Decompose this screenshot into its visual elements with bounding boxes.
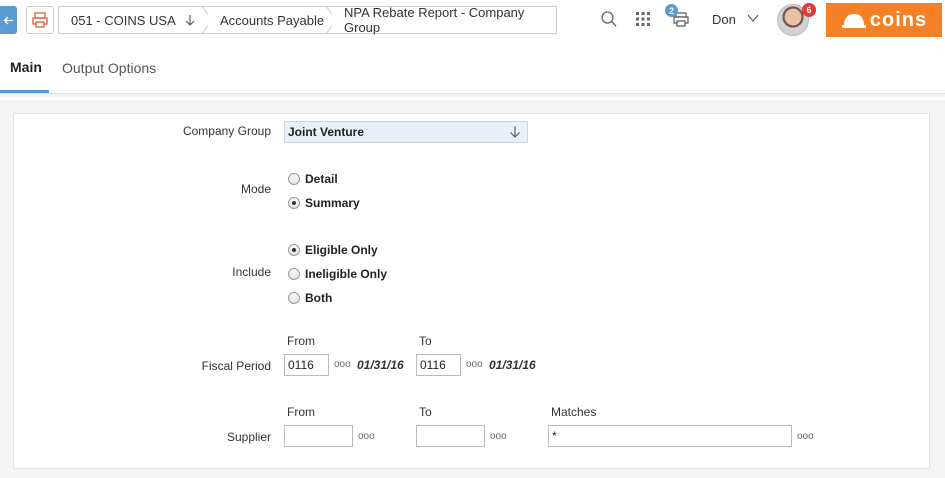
- apps-button[interactable]: [632, 8, 654, 30]
- fiscal-period-from-date: 01/31/16: [357, 358, 404, 372]
- tab-main[interactable]: Main: [0, 44, 49, 93]
- include-option-label: Both: [305, 291, 333, 305]
- breadcrumb-module-label: Accounts Payable: [220, 12, 325, 28]
- mode-option-summary[interactable]: Summary: [288, 196, 360, 210]
- radio-button[interactable]: [288, 197, 300, 209]
- search-button[interactable]: [598, 8, 620, 30]
- fiscal-period-to-label: To: [419, 334, 432, 348]
- user-name[interactable]: Don: [712, 12, 736, 27]
- fiscal-period-label: Fiscal Period: [201, 359, 271, 373]
- radio-button[interactable]: [288, 292, 300, 304]
- radio-button[interactable]: [288, 268, 300, 280]
- supplier-matches-label: Matches: [551, 405, 597, 419]
- lookup-button[interactable]: ooo: [334, 359, 351, 370]
- hard-hat-icon: [841, 14, 866, 28]
- logo-text: coins: [869, 8, 928, 31]
- chevron-down-icon[interactable]: [747, 11, 759, 29]
- mode-option-label: Detail: [305, 172, 338, 186]
- breadcrumb-company[interactable]: 051 - COINS USA: [58, 6, 208, 34]
- search-icon: [601, 11, 617, 27]
- fiscal-period-from-input[interactable]: 0116: [284, 354, 329, 376]
- supplier-from-input[interactable]: [284, 425, 353, 447]
- lookup-button[interactable]: ooo: [490, 431, 507, 442]
- supplier-matches-input[interactable]: *: [548, 425, 792, 447]
- include-option-label: Ineligible Only: [305, 267, 388, 281]
- printer-icon: [32, 12, 48, 28]
- lookup-button[interactable]: ooo: [358, 431, 375, 442]
- print-queue-button[interactable]: 2: [665, 4, 692, 30]
- company-group-label: Company Group: [182, 124, 271, 138]
- breadcrumb-report-label: NPA Rebate Report - Company Group: [344, 5, 525, 35]
- supplier-to-label: To: [419, 405, 432, 419]
- company-group-value: Joint Venture: [288, 125, 365, 139]
- fiscal-period-from-label: From: [287, 334, 315, 348]
- arrow-down-icon: [184, 14, 196, 26]
- supplier-label: Supplier: [226, 430, 271, 444]
- grid-icon: [636, 12, 650, 26]
- top-bar: 051 - COINS USA Accounts Payable NPA Reb…: [0, 0, 945, 40]
- arrow-down-icon: [509, 125, 521, 142]
- fiscal-period-to-input[interactable]: 0116: [416, 354, 461, 376]
- coins-logo: coins: [826, 3, 942, 37]
- print-button[interactable]: [26, 6, 54, 34]
- arrow-left-icon: [3, 16, 13, 24]
- page: 051 - COINS USA Accounts Payable NPA Reb…: [0, 0, 945, 478]
- mode-option-detail[interactable]: Detail: [288, 172, 338, 186]
- include-label: Include: [232, 265, 271, 279]
- company-group-select[interactable]: Joint Venture: [284, 121, 528, 143]
- print-queue-badge: 2: [665, 4, 678, 17]
- include-option-label: Eligible Only: [305, 243, 378, 257]
- mode-label: Mode: [240, 182, 271, 196]
- tab-bar: Main Output Options: [0, 44, 945, 94]
- include-option-both[interactable]: Both: [288, 291, 332, 305]
- breadcrumb-report[interactable]: NPA Rebate Report - Company Group: [332, 5, 557, 35]
- radio-button[interactable]: [288, 244, 300, 256]
- supplier-from-label: From: [287, 405, 315, 419]
- lookup-button[interactable]: ooo: [466, 359, 483, 370]
- fiscal-period-to-date: 01/31/16: [489, 358, 536, 372]
- mode-option-label: Summary: [305, 196, 360, 210]
- back-button[interactable]: [0, 6, 17, 34]
- lookup-button[interactable]: ooo: [797, 431, 814, 442]
- radio-button[interactable]: [288, 173, 300, 185]
- include-option-ineligible[interactable]: Ineligible Only: [288, 267, 387, 281]
- form-panel: [13, 113, 930, 469]
- breadcrumb-company-label: 051 - COINS USA: [71, 12, 176, 28]
- notification-badge: 6: [802, 3, 816, 17]
- breadcrumb-module[interactable]: Accounts Payable: [208, 6, 332, 34]
- supplier-to-input[interactable]: [416, 425, 485, 447]
- tab-output-options[interactable]: Output Options: [52, 44, 166, 92]
- include-option-eligible[interactable]: Eligible Only: [288, 243, 378, 257]
